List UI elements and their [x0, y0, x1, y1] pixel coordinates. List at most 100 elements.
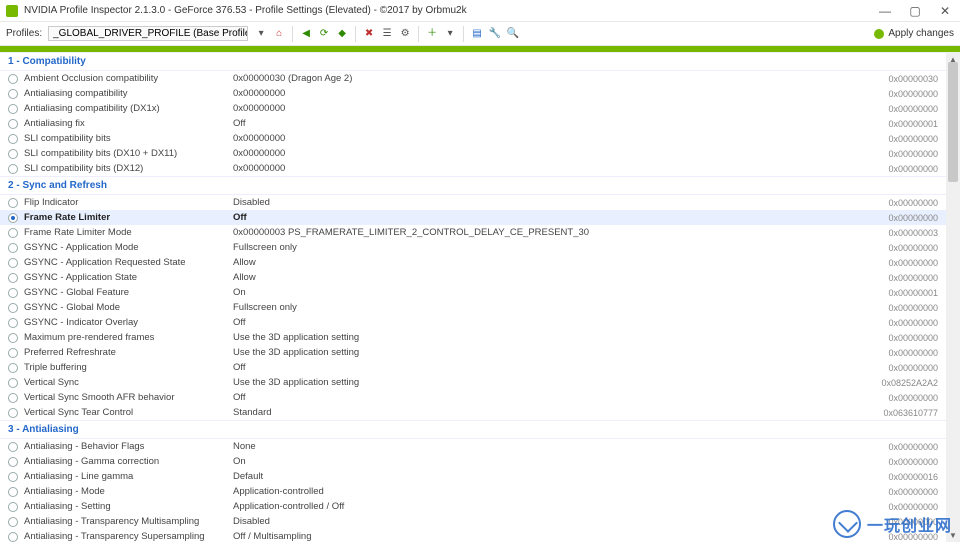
apply-changes-button[interactable]: Apply changes [874, 28, 954, 39]
setting-row[interactable]: Antialiasing - Transparency Supersamplin… [0, 529, 946, 542]
list-icon[interactable]: ☰ [380, 27, 394, 41]
setting-value[interactable]: 0x00000000 [229, 163, 858, 174]
refresh-icon[interactable]: ⟳ [317, 27, 331, 41]
setting-row[interactable]: Antialiasing fixOff0x00000001 [0, 116, 946, 131]
setting-value[interactable]: 0x00000003 PS_FRAMERATE_LIMITER_2_CONTRO… [229, 227, 858, 238]
row-radio-icon[interactable] [8, 288, 18, 298]
row-radio-icon[interactable] [8, 333, 18, 343]
row-radio-icon[interactable] [8, 457, 18, 467]
setting-value[interactable]: On [229, 287, 858, 298]
setting-value[interactable]: Disabled [229, 516, 858, 527]
back-arrow-icon[interactable]: ◀ [299, 27, 313, 41]
row-radio-icon[interactable] [8, 258, 18, 268]
setting-row[interactable]: GSYNC - Application StateAllow0x00000000 [0, 270, 946, 285]
setting-value[interactable]: Off [229, 392, 858, 403]
setting-row[interactable]: Flip IndicatorDisabled0x00000000 [0, 195, 946, 210]
profile-dropdown[interactable]: _GLOBAL_DRIVER_PROFILE (Base Profile) [48, 26, 248, 41]
setting-row[interactable]: Triple bufferingOff0x00000000 [0, 360, 946, 375]
row-radio-icon[interactable] [8, 213, 18, 223]
setting-value[interactable]: 0x00000000 [229, 148, 858, 159]
row-radio-icon[interactable] [8, 198, 18, 208]
row-radio-icon[interactable] [8, 502, 18, 512]
row-radio-icon[interactable] [8, 89, 18, 99]
row-radio-icon[interactable] [8, 273, 18, 283]
setting-row[interactable]: GSYNC - Indicator OverlayOff0x00000000 [0, 315, 946, 330]
setting-value[interactable]: Fullscreen only [229, 302, 858, 313]
setting-row[interactable]: SLI compatibility bits0x000000000x000000… [0, 131, 946, 146]
close-button[interactable]: ✕ [930, 0, 960, 21]
find-icon[interactable]: 🔍 [506, 27, 520, 41]
export-icon[interactable]: ▤ [470, 27, 484, 41]
setting-value[interactable]: 0x00000000 [229, 88, 858, 99]
row-radio-icon[interactable] [8, 378, 18, 388]
section-header[interactable]: 3 - Antialiasing [0, 420, 946, 439]
setting-value[interactable]: Application-controlled / Off [229, 501, 858, 512]
row-radio-icon[interactable] [8, 228, 18, 238]
row-radio-icon[interactable] [8, 363, 18, 373]
setting-row[interactable]: Vertical SyncUse the 3D application sett… [0, 375, 946, 390]
tool-icon[interactable]: 🔧 [488, 27, 502, 41]
setting-row[interactable]: Vertical Sync Tear ControlStandard0x0636… [0, 405, 946, 420]
setting-value[interactable]: None [229, 441, 858, 452]
settings-icon[interactable]: ⚙ [398, 27, 412, 41]
setting-value[interactable]: Disabled [229, 197, 858, 208]
home-icon[interactable]: ⌂ [272, 27, 286, 41]
setting-row[interactable]: Antialiasing - Behavior FlagsNone0x00000… [0, 439, 946, 454]
setting-row[interactable]: Frame Rate LimiterOff0x00000000 [0, 210, 946, 225]
section-header[interactable]: 1 - Compatibility [0, 52, 946, 71]
row-radio-icon[interactable] [8, 408, 18, 418]
row-radio-icon[interactable] [8, 532, 18, 542]
setting-row[interactable]: Antialiasing compatibility (DX1x)0x00000… [0, 101, 946, 116]
add-icon[interactable]: ＋ [425, 27, 439, 41]
minimize-button[interactable]: ― [870, 0, 900, 21]
row-radio-icon[interactable] [8, 243, 18, 253]
setting-value[interactable]: Off [229, 118, 858, 129]
setting-row[interactable]: Antialiasing - Line gammaDefault0x000000… [0, 469, 946, 484]
row-radio-icon[interactable] [8, 393, 18, 403]
setting-row[interactable]: SLI compatibility bits (DX12)0x000000000… [0, 161, 946, 176]
delete-icon[interactable]: ✖ [362, 27, 376, 41]
setting-value[interactable]: 0x00000030 (Dragon Age 2) [229, 73, 858, 84]
setting-value[interactable]: Allow [229, 272, 858, 283]
setting-row[interactable]: Antialiasing - ModeApplication-controlle… [0, 484, 946, 499]
setting-row[interactable]: SLI compatibility bits (DX10 + DX11)0x00… [0, 146, 946, 161]
dropdown-2-icon[interactable]: ▾ [443, 27, 457, 41]
setting-row[interactable]: Antialiasing - Transparency Multisamplin… [0, 514, 946, 529]
row-radio-icon[interactable] [8, 119, 18, 129]
row-radio-icon[interactable] [8, 303, 18, 313]
setting-row[interactable]: GSYNC - Application Requested StateAllow… [0, 255, 946, 270]
row-radio-icon[interactable] [8, 164, 18, 174]
setting-row[interactable]: Antialiasing compatibility0x000000000x00… [0, 86, 946, 101]
row-radio-icon[interactable] [8, 104, 18, 114]
setting-row[interactable]: Frame Rate Limiter Mode0x00000003 PS_FRA… [0, 225, 946, 240]
setting-value[interactable]: Use the 3D application setting [229, 332, 858, 343]
setting-value[interactable]: 0x00000000 [229, 133, 858, 144]
setting-row[interactable]: Antialiasing - Gamma correctionOn0x00000… [0, 454, 946, 469]
setting-row[interactable]: GSYNC - Global FeatureOn0x00000001 [0, 285, 946, 300]
row-radio-icon[interactable] [8, 517, 18, 527]
setting-row[interactable]: Preferred RefreshrateUse the 3D applicat… [0, 345, 946, 360]
row-radio-icon[interactable] [8, 348, 18, 358]
setting-value[interactable]: 0x00000000 [229, 103, 858, 114]
setting-value[interactable]: Fullscreen only [229, 242, 858, 253]
row-radio-icon[interactable] [8, 442, 18, 452]
maximize-button[interactable]: ▢ [900, 0, 930, 21]
row-radio-icon[interactable] [8, 487, 18, 497]
setting-value[interactable]: Off [229, 362, 858, 373]
setting-value[interactable]: Off [229, 317, 858, 328]
scrollbar[interactable]: ▲ ▼ [946, 52, 960, 542]
nvidia-restore-icon[interactable]: ◆ [335, 27, 349, 41]
row-radio-icon[interactable] [8, 134, 18, 144]
setting-value[interactable]: Application-controlled [229, 486, 858, 497]
row-radio-icon[interactable] [8, 318, 18, 328]
setting-value[interactable]: On [229, 456, 858, 467]
setting-row[interactable]: GSYNC - Application ModeFullscreen only0… [0, 240, 946, 255]
setting-value[interactable]: Allow [229, 257, 858, 268]
setting-row[interactable]: GSYNC - Global ModeFullscreen only0x0000… [0, 300, 946, 315]
setting-value[interactable]: Use the 3D application setting [229, 377, 858, 388]
dropdown-icon[interactable]: ▾ [254, 27, 268, 41]
setting-row[interactable]: Antialiasing - SettingApplication-contro… [0, 499, 946, 514]
setting-value[interactable]: Standard [229, 407, 858, 418]
setting-row[interactable]: Maximum pre-rendered framesUse the 3D ap… [0, 330, 946, 345]
section-header[interactable]: 2 - Sync and Refresh [0, 176, 946, 195]
